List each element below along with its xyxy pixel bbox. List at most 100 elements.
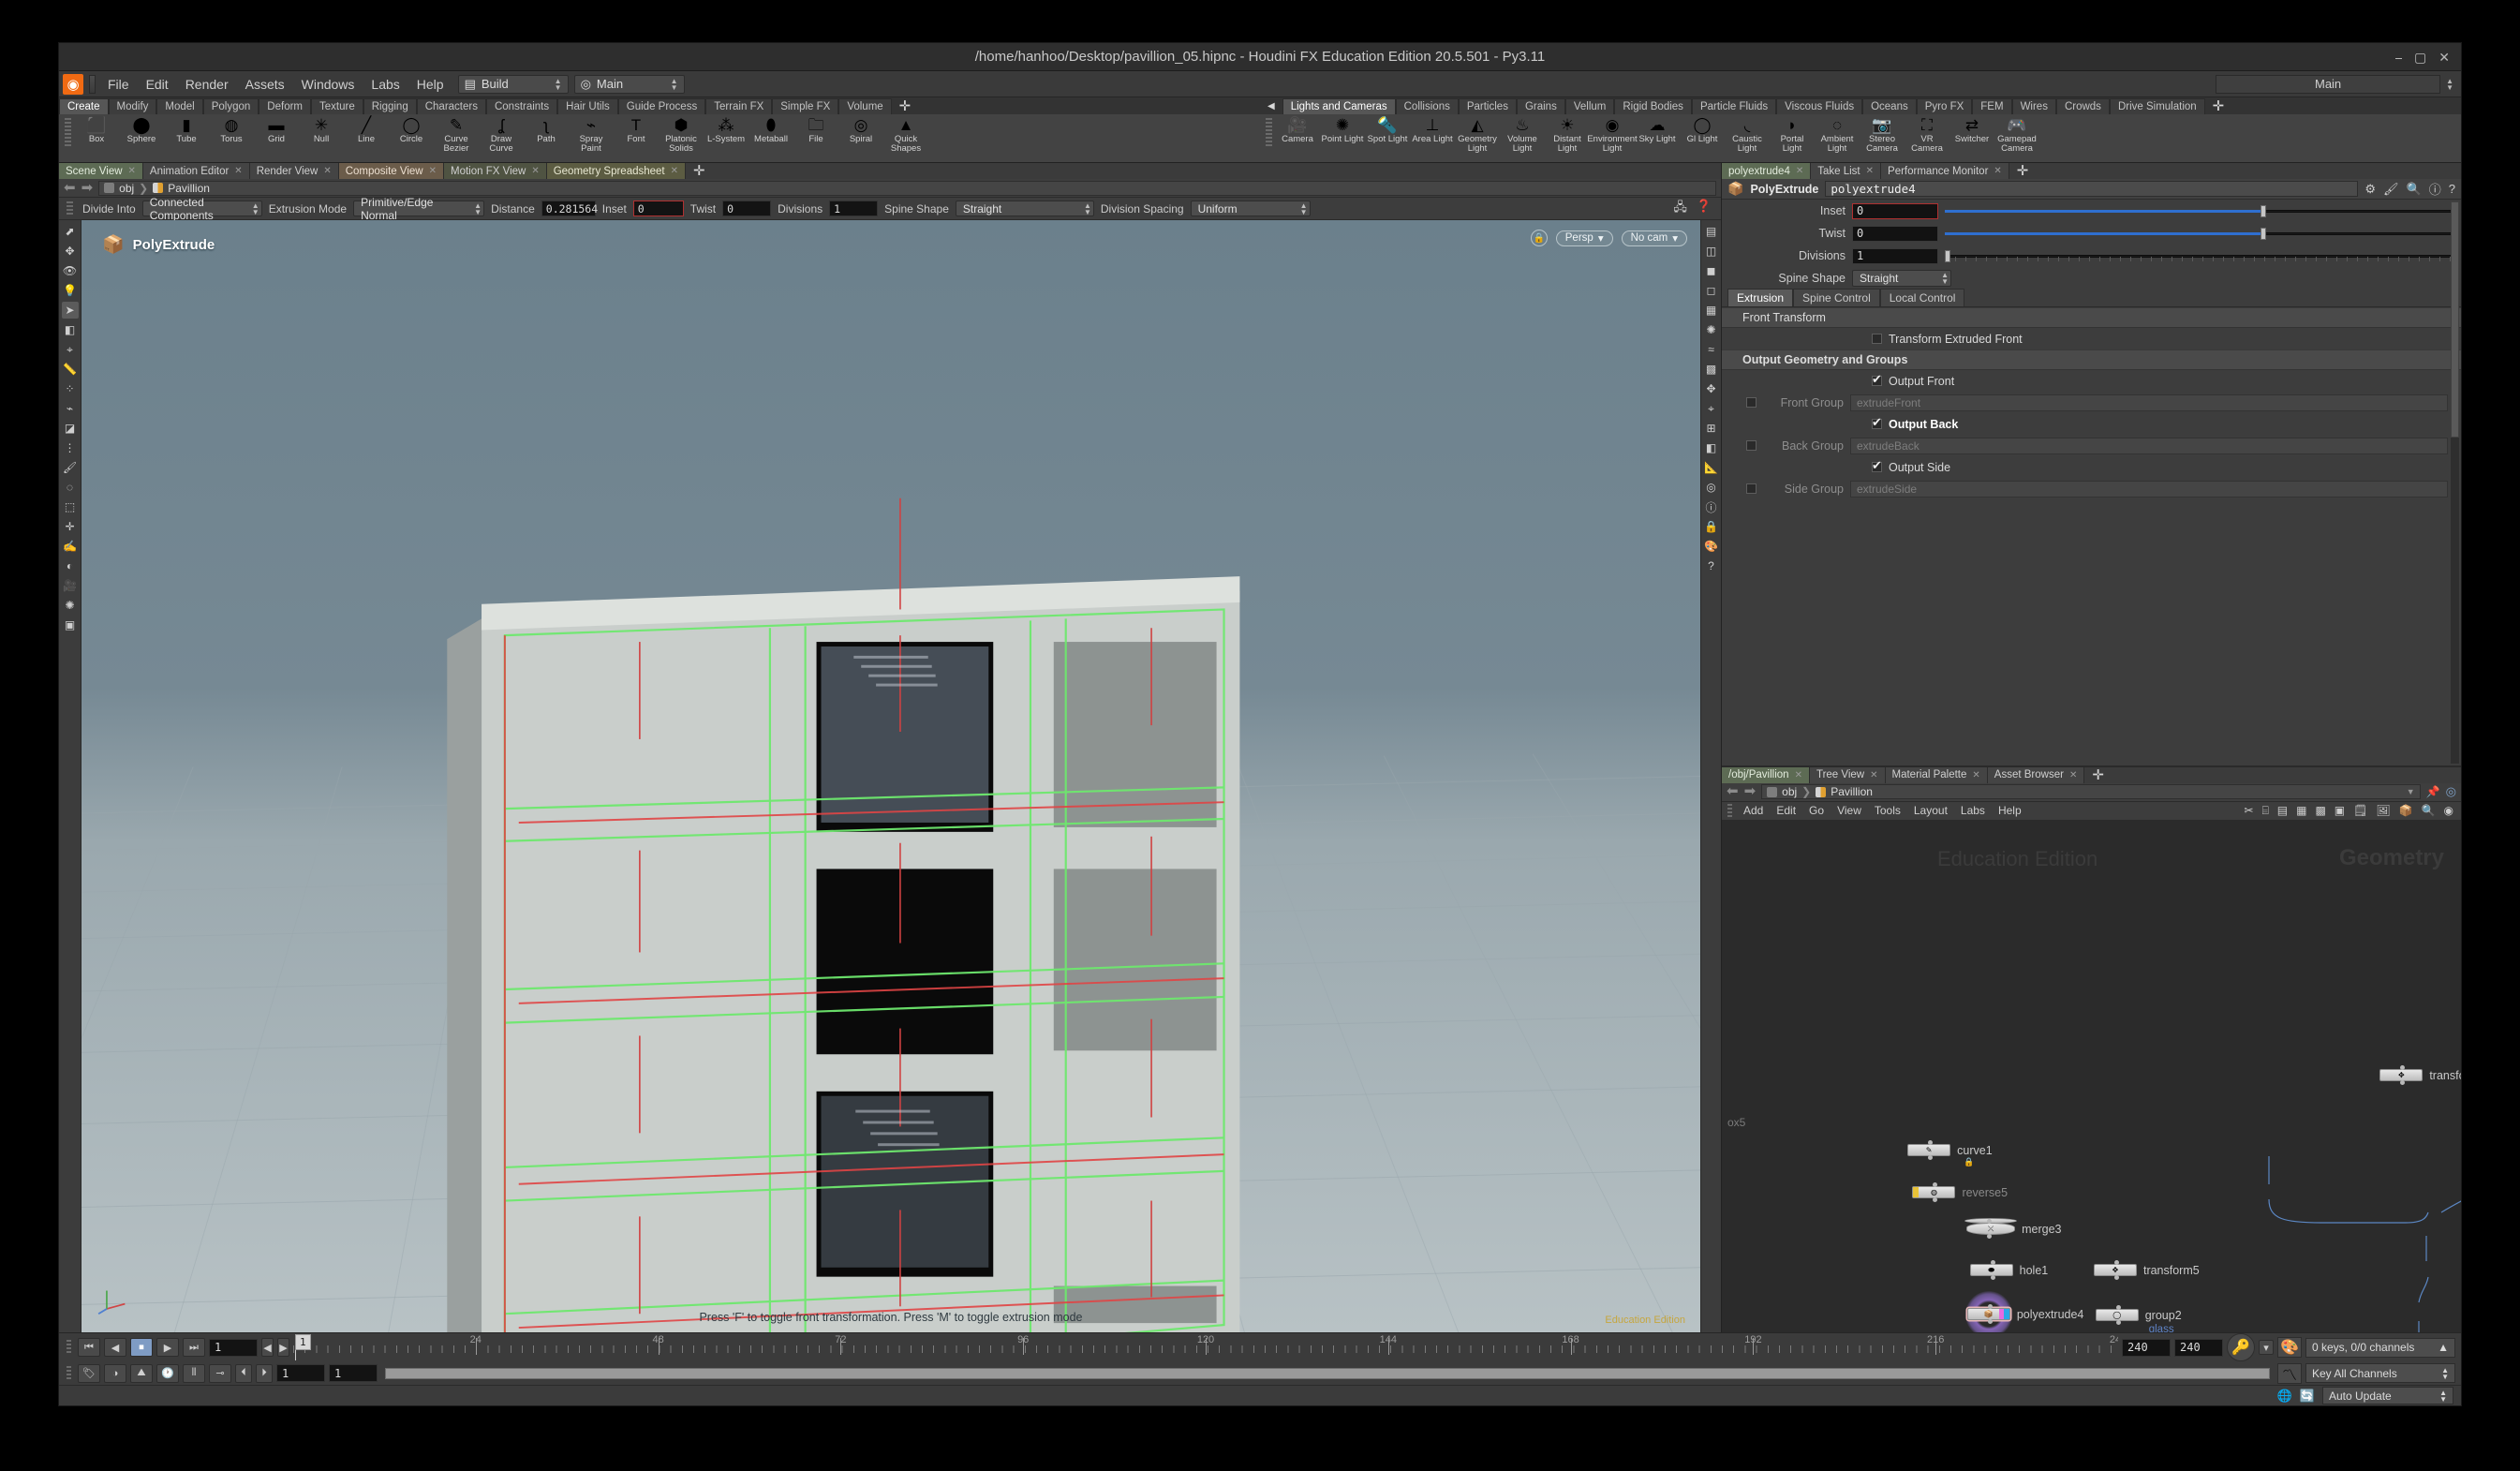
close-tab-icon[interactable]: ✕ xyxy=(323,166,331,176)
shelf-tool-environment-light[interactable]: ◉ Environment Light xyxy=(1587,114,1637,153)
network-node-polyextrude4[interactable]: 📦 polyextrude4 xyxy=(1964,1290,2083,1332)
globe-icon[interactable]: 🌐 xyxy=(2277,1389,2292,1404)
slider-handle[interactable] xyxy=(2260,227,2266,240)
point-icon[interactable]: ⁘ xyxy=(62,380,79,397)
slider-handle[interactable] xyxy=(2260,204,2266,217)
transform-icon[interactable]: ✛ xyxy=(62,518,79,535)
range-start-button[interactable]: ⏴ xyxy=(235,1363,252,1383)
keyframe-list-icon[interactable]: ⦀ xyxy=(183,1363,205,1383)
shelf-tab-texture[interactable]: Texture xyxy=(311,98,363,114)
divisions-input[interactable]: 1 xyxy=(829,201,879,216)
info-icon[interactable]: ⓘ xyxy=(2429,180,2441,198)
pane-tab-motion-fx-view[interactable]: Motion FX View ✕ xyxy=(444,163,547,179)
shelf-tab-rigid-bodies[interactable]: Rigid Bodies xyxy=(1614,98,1692,114)
network-node-transform2[interactable]: ✥ transform2 xyxy=(2379,1065,2461,1085)
camera-lock-icon[interactable]: 🔒 xyxy=(1703,518,1720,535)
chevron-down-icon[interactable]: ▼ xyxy=(2407,787,2415,796)
frame-range-bar[interactable] xyxy=(385,1367,2270,1379)
help-icon[interactable]: ? xyxy=(1703,557,1720,574)
shelf-tool-null[interactable]: ✳ Null xyxy=(299,114,344,144)
primitive-icon[interactable]: ◪ xyxy=(62,420,79,437)
range-end-button[interactable]: ⏵ xyxy=(256,1363,273,1383)
view-layout-icon[interactable]: ⊞ xyxy=(1703,420,1720,437)
set-keyframe-icon[interactable]: 🏷 xyxy=(78,1363,100,1383)
node-display-flags[interactable] xyxy=(1998,1309,2009,1319)
parameter-twist-slider[interactable] xyxy=(1945,227,2453,240)
play-reverse-button[interactable]: ◀ xyxy=(104,1338,126,1357)
gear-icon[interactable]: ⚙ xyxy=(2364,182,2376,197)
search-icon[interactable]: 🔍 xyxy=(2422,804,2436,817)
soft-icon[interactable]: ◌ xyxy=(62,479,79,496)
group-icon[interactable]: ⬚ xyxy=(62,498,79,515)
display-flag[interactable] xyxy=(2004,1309,2009,1319)
node-body[interactable]: ⤫ xyxy=(1964,1218,2018,1239)
menu-help[interactable]: Help xyxy=(408,74,452,95)
param-tab-extrusion[interactable]: Extrusion xyxy=(1727,289,1794,306)
package-icon[interactable]: 📦 xyxy=(2399,804,2413,817)
pane-tab-composite-view[interactable]: Composite View ✕ xyxy=(338,163,444,179)
info-icon[interactable]: ⓘ xyxy=(1703,498,1720,515)
node-output-connector[interactable] xyxy=(1990,1275,1995,1280)
refresh-icon[interactable]: 🔄 xyxy=(2300,1389,2315,1404)
auto-update-dropdown[interactable]: Auto Update ▲ ▼ xyxy=(2322,1387,2453,1404)
shelf-tab-modify[interactable]: Modify xyxy=(108,98,157,114)
shelf-tool-path[interactable]: ʅ Path xyxy=(524,114,569,144)
shelf-tool-quick-shapes[interactable]: ▲ Quick Shapes xyxy=(883,114,928,153)
shelf-tool-caustic-light[interactable]: ◟ Caustic Light xyxy=(1725,114,1770,153)
ghost-icon[interactable]: ◻ xyxy=(1703,282,1720,299)
shelf-tab-pyro-fx[interactable]: Pyro FX xyxy=(1916,98,1973,114)
key-icon[interactable]: 🔑 xyxy=(2227,1333,2255,1361)
shelf-tool-area-light[interactable]: ⊥ Area Light xyxy=(1410,114,1455,144)
viewer-path-field[interactable]: obj ❯ Pavillion xyxy=(98,180,1716,196)
parameter-scrollbar[interactable] xyxy=(2451,201,2459,764)
front-group-input[interactable]: extrudeFront xyxy=(1850,394,2448,411)
inset-input[interactable]: 0 xyxy=(632,201,684,216)
step-back-button[interactable]: ◀ xyxy=(261,1338,274,1357)
node-output-connector[interactable] xyxy=(1987,1319,1993,1324)
network-menu-add[interactable]: Add xyxy=(1737,802,1770,819)
snapshot-icon[interactable]: ⛰ xyxy=(130,1363,153,1383)
node-output-connector[interactable] xyxy=(2115,1320,2121,1325)
shelf-tab-grains[interactable]: Grains xyxy=(1516,98,1565,114)
scene-viewport[interactable]: 📦 PolyExtrude 🔒 Persp ▾ No cam ▾ Press '… xyxy=(82,220,1700,1332)
material-icon[interactable]: ◐ xyxy=(62,557,79,574)
shelf-tab-volume[interactable]: Volume xyxy=(838,98,892,114)
search-icon[interactable]: 🔍 xyxy=(2407,182,2422,197)
grid-toggle-icon[interactable]: ▩ xyxy=(1703,361,1720,378)
shelf-tab-drive-simulation[interactable]: Drive Simulation xyxy=(2109,98,2205,114)
shelf-tool-camera[interactable]: 🎥 Camera xyxy=(1275,114,1320,144)
shelf-tool-stereo-camera[interactable]: 📷 Stereo Camera xyxy=(1860,114,1905,153)
pane-tab--obj-pavillion[interactable]: /obj/Pavillion ✕ xyxy=(1722,766,1810,783)
close-tab-icon[interactable]: ✕ xyxy=(1972,770,1979,780)
shelf-tool-spot-light[interactable]: 🔦 Spot Light xyxy=(1365,114,1410,144)
pane-tab-asset-browser[interactable]: Asset Browser ✕ xyxy=(1987,766,2085,783)
shelf-tab-oceans[interactable]: Oceans xyxy=(1862,98,1917,114)
paint-icon[interactable]: 🖌 xyxy=(62,459,79,476)
handles-icon[interactable]: ✥ xyxy=(62,243,79,260)
audio-icon[interactable]: ◑ xyxy=(104,1363,126,1383)
spine-shape-dropdown[interactable]: Straight ▲ ▼ xyxy=(955,201,1094,216)
menu-grip[interactable] xyxy=(89,74,96,94)
shelf-tool-tube[interactable]: ▮ Tube xyxy=(164,114,209,144)
color-palette-icon[interactable]: ▦ xyxy=(2296,804,2306,817)
snap-toggle-icon[interactable]: ⌖ xyxy=(1703,400,1720,417)
toolbar-grip[interactable] xyxy=(67,201,73,215)
camera-dropdown[interactable]: No cam ▾ xyxy=(1621,230,1687,246)
transform-extruded-front-checkbox[interactable] xyxy=(1872,334,1882,344)
shelf-tab-simple-fx[interactable]: Simple FX xyxy=(772,98,839,114)
close-tab-icon[interactable]: ✕ xyxy=(1866,166,1874,176)
node-body[interactable]: ✥ xyxy=(2093,1260,2137,1280)
shelf-tab-particle-fluids[interactable]: Particle Fluids xyxy=(1691,98,1777,114)
add-pane-tab-icon[interactable]: ✛ xyxy=(2009,163,2037,179)
snapshot-icon[interactable]: ▣ xyxy=(2335,804,2345,817)
close-tab-icon[interactable]: ✕ xyxy=(1796,166,1803,176)
parameter-node-name-input[interactable]: polyextrude4 xyxy=(1825,181,2359,197)
node-body[interactable]: ◯ xyxy=(2095,1305,2139,1325)
network-canvas[interactable]: Education Edition Geometry ox5 ✥ transf … xyxy=(1722,820,2461,1332)
network-menu-layout[interactable]: Layout xyxy=(1907,802,1954,819)
close-tab-icon[interactable]: ✕ xyxy=(1795,770,1802,780)
shelf-tools-grip[interactable] xyxy=(1266,118,1272,146)
shelf-tab-hair-utils[interactable]: Hair Utils xyxy=(557,98,618,114)
keys-status-dropdown[interactable]: 0 keys, 0/0 channels ▲ xyxy=(2305,1337,2455,1358)
step-forward-button[interactable]: ▶ xyxy=(277,1338,289,1357)
